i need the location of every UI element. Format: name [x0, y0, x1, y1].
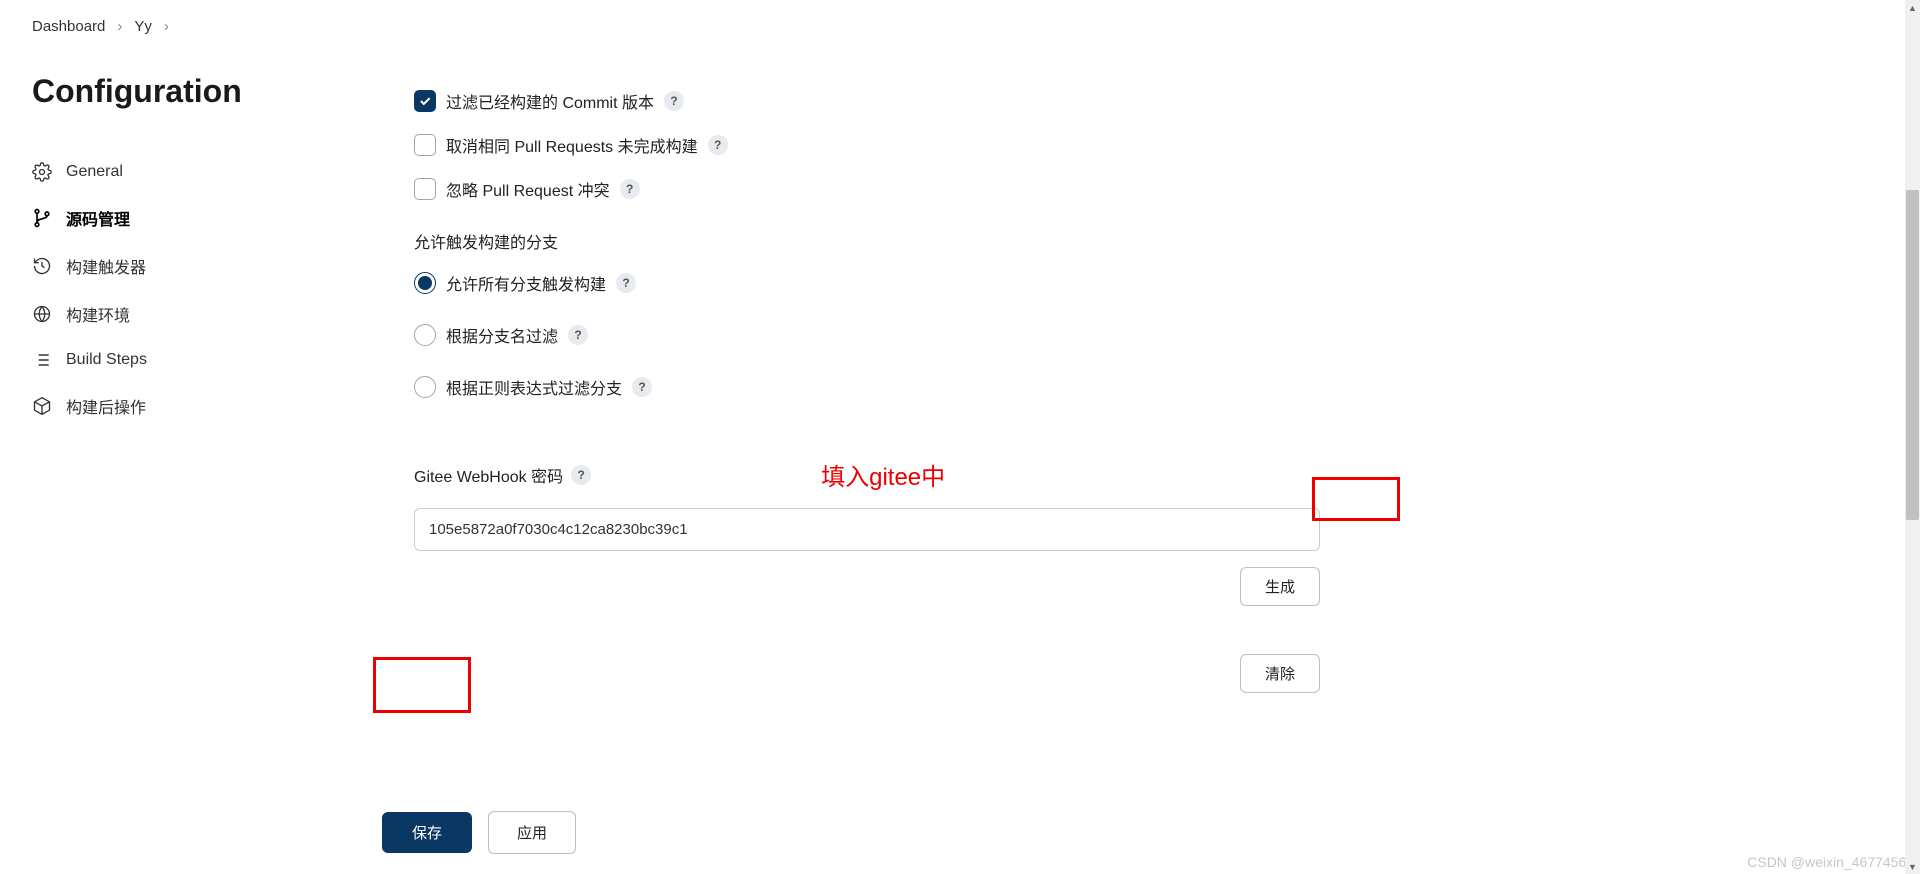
package-icon	[32, 396, 52, 416]
annotation-text: 填入gitee中	[821, 457, 945, 492]
chevron-right-icon: ›	[164, 18, 169, 35]
git-branch-icon	[32, 208, 52, 228]
footer-bar: 保存 应用	[0, 799, 1905, 874]
sidebar-item-label: 构建后操作	[66, 394, 146, 418]
gear-icon	[32, 162, 52, 182]
sidebar-item-label: General	[66, 163, 123, 181]
webhook-label-row: Gitee WebHook 密码 ? 填入gitee中	[414, 457, 1320, 492]
radio-label: 允许所有分支触发构建	[446, 271, 606, 295]
checkbox-label: 忽略 Pull Request 冲突	[446, 177, 610, 201]
breadcrumb-link-dashboard[interactable]: Dashboard	[32, 18, 105, 35]
sidebar-item-build-triggers[interactable]: 构建触发器	[32, 242, 370, 290]
sidebar: Configuration General 源码管理 构建触发器	[0, 41, 370, 693]
content-area: 过滤已经构建的 Commit 版本 ? 取消相同 Pull Requests 未…	[370, 41, 1430, 693]
apply-button[interactable]: 应用	[488, 811, 576, 854]
checkbox-ignore-pr-conflict-row: 忽略 Pull Request 冲突 ?	[414, 177, 1320, 201]
webhook-password-input[interactable]	[414, 508, 1320, 551]
checkbox-label: 过滤已经构建的 Commit 版本	[446, 89, 654, 113]
radio-allow-all[interactable]	[414, 272, 436, 294]
radio-filter-by-regex-row: 根据正则表达式过滤分支 ?	[414, 375, 1320, 399]
radio-allow-all-row: 允许所有分支触发构建 ?	[414, 271, 1320, 295]
globe-icon	[32, 304, 52, 324]
scrollbar-thumb[interactable]	[1906, 190, 1919, 520]
generate-button[interactable]: 生成	[1240, 567, 1320, 606]
help-icon[interactable]: ?	[568, 325, 588, 345]
sidebar-item-build-steps[interactable]: Build Steps	[32, 338, 370, 382]
webhook-label: Gitee WebHook 密码	[414, 463, 563, 487]
sidebar-item-label: 构建触发器	[66, 254, 146, 278]
checkbox-filter-built-commit[interactable]	[414, 90, 436, 112]
scrollbar-arrow-down-icon[interactable]: ▼	[1905, 859, 1920, 874]
breadcrumb: Dashboard › Yy ›	[0, 0, 1905, 41]
checkbox-filter-built-commit-row: 过滤已经构建的 Commit 版本 ?	[414, 89, 1320, 113]
checkbox-ignore-pr-conflict[interactable]	[414, 178, 436, 200]
checkbox-cancel-same-pr-row: 取消相同 Pull Requests 未完成构建 ?	[414, 133, 1320, 157]
save-button[interactable]: 保存	[382, 812, 472, 853]
radio-label: 根据正则表达式过滤分支	[446, 375, 622, 399]
help-icon[interactable]: ?	[571, 465, 591, 485]
checkbox-label: 取消相同 Pull Requests 未完成构建	[446, 133, 698, 157]
page-title: Configuration	[32, 73, 370, 110]
checkbox-cancel-same-pr[interactable]	[414, 134, 436, 156]
sidebar-item-build-env[interactable]: 构建环境	[32, 290, 370, 338]
help-icon[interactable]: ?	[664, 91, 684, 111]
sidebar-item-scm[interactable]: 源码管理	[32, 194, 370, 242]
chevron-right-icon: ›	[117, 18, 122, 35]
breadcrumb-link-yy[interactable]: Yy	[134, 18, 152, 35]
sidebar-item-label: Build Steps	[66, 351, 147, 369]
sidebar-item-label: 源码管理	[66, 206, 130, 230]
clear-row: 清除	[414, 654, 1320, 693]
sidebar-item-general[interactable]: General	[32, 150, 370, 194]
help-icon[interactable]: ?	[708, 135, 728, 155]
generate-row: 生成	[414, 567, 1320, 606]
branch-trigger-title: 允许触发构建的分支	[414, 229, 1320, 253]
scrollbar-arrow-up-icon[interactable]: ▲	[1905, 0, 1920, 15]
radio-filter-by-name[interactable]	[414, 324, 436, 346]
scrollbar-vertical[interactable]: ▲ ▼	[1905, 0, 1920, 874]
radio-label: 根据分支名过滤	[446, 323, 558, 347]
list-icon	[32, 350, 52, 370]
radio-filter-by-regex[interactable]	[414, 376, 436, 398]
help-icon[interactable]: ?	[620, 179, 640, 199]
help-icon[interactable]: ?	[632, 377, 652, 397]
help-icon[interactable]: ?	[616, 273, 636, 293]
sidebar-item-label: 构建环境	[66, 302, 130, 326]
radio-filter-by-name-row: 根据分支名过滤 ?	[414, 323, 1320, 347]
sidebar-item-post-build[interactable]: 构建后操作	[32, 382, 370, 430]
history-icon	[32, 256, 52, 276]
clear-button[interactable]: 清除	[1240, 654, 1320, 693]
